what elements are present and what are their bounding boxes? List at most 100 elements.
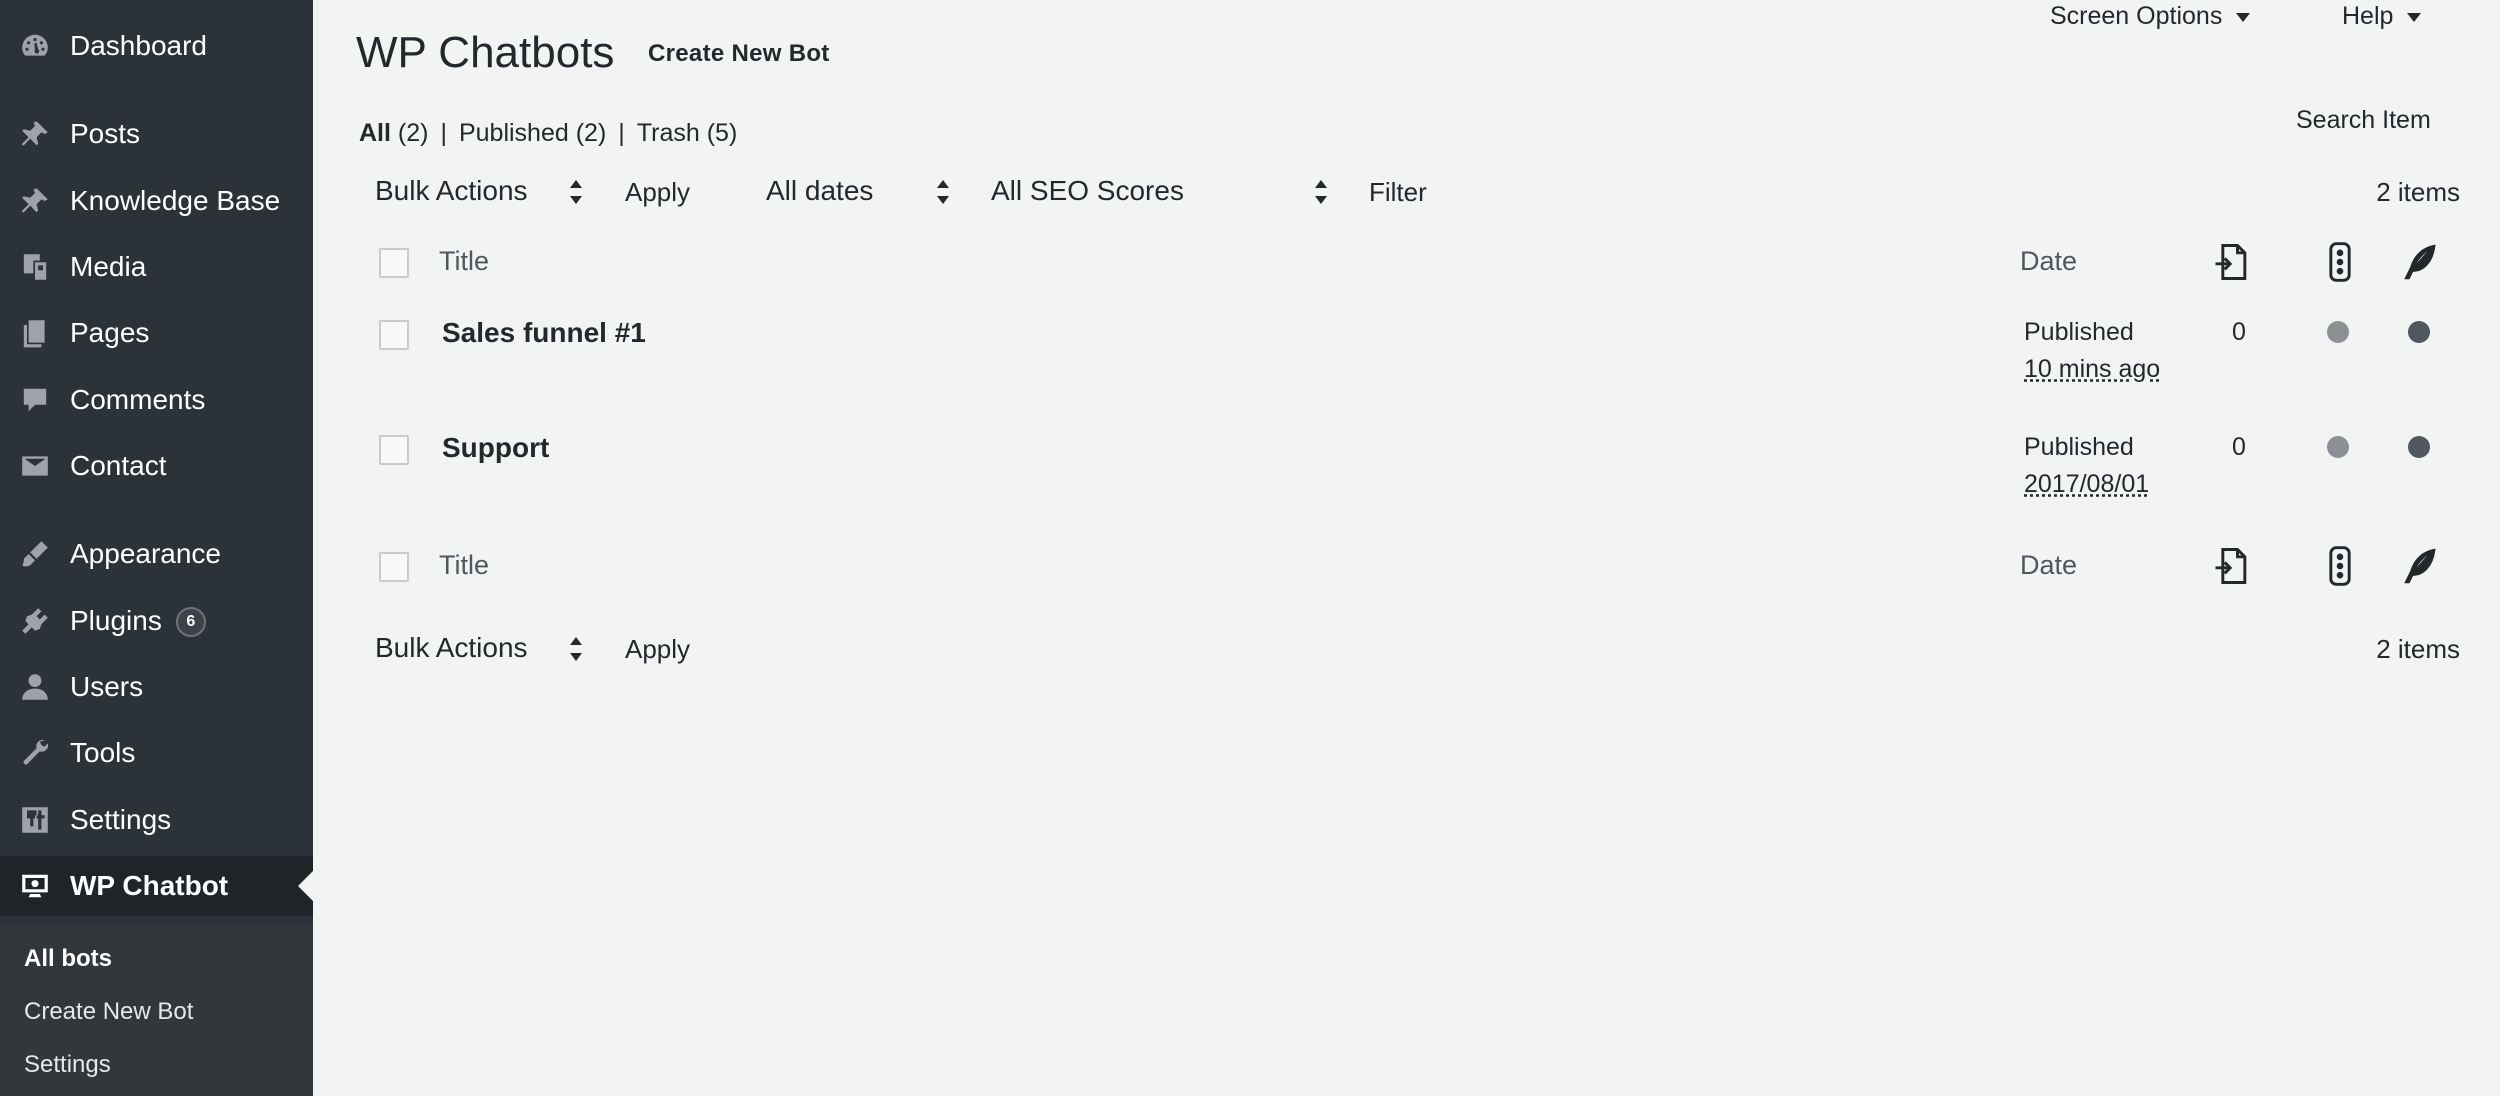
row-links-count: 0 — [2232, 433, 2246, 461]
menu-item-contact[interactable]: Contact — [0, 436, 313, 496]
menu-item-plugins[interactable]: Plugins 6 — [0, 591, 313, 651]
update-count-badge: 6 — [175, 607, 206, 638]
menu-label: Tools — [70, 737, 136, 768]
feather-icon — [2398, 240, 2442, 284]
dashboard-icon — [18, 29, 52, 63]
view-published-link[interactable]: Published (2) — [459, 119, 606, 147]
menu-label: Dashboard — [70, 30, 207, 61]
menu-label: Pages — [70, 317, 150, 348]
seo-score-select[interactable]: All SEO Scores — [991, 175, 1184, 207]
brush-icon — [18, 537, 52, 571]
select-value: All dates — [766, 175, 874, 206]
apply-button-bottom[interactable]: Apply — [625, 634, 690, 665]
column-title-header[interactable]: Title — [439, 246, 489, 277]
submenu-item-all-bots[interactable]: All bots — [24, 945, 112, 973]
menu-item-dashboard[interactable]: Dashboard — [0, 16, 313, 76]
view-count: (2) — [575, 119, 607, 147]
row-status: Published — [2024, 433, 2134, 461]
view-separator: | — [618, 119, 625, 147]
bulk-actions-select-bottom[interactable]: Bulk Actions — [375, 632, 528, 664]
mail-icon — [18, 449, 52, 483]
view-count: (2) — [397, 119, 429, 147]
links-icon — [2210, 544, 2254, 588]
select-all-checkbox[interactable] — [379, 248, 409, 278]
row-checkbox[interactable] — [379, 320, 409, 350]
view-trash-link[interactable]: Trash (5) — [637, 119, 738, 147]
row-checkbox[interactable] — [379, 435, 409, 465]
screen-options-toggle[interactable]: Screen Options — [2050, 2, 2251, 31]
submenu-item-settings[interactable]: Settings — [24, 1051, 111, 1079]
items-count-bottom: 2 items — [2376, 634, 2460, 664]
help-toggle[interactable]: Help — [2342, 2, 2422, 31]
column-title-footer[interactable]: Title — [439, 550, 489, 581]
seo-score-dot — [2327, 321, 2349, 343]
admin-sidebar: Dashboard Posts Knowledge Base Media Pag… — [0, 0, 313, 1096]
apply-button[interactable]: Apply — [625, 177, 690, 208]
items-count: 2 items — [2376, 177, 2460, 207]
view-label: All — [359, 119, 391, 147]
seo-score-dot — [2327, 436, 2349, 458]
comment-icon — [18, 383, 52, 417]
screen-options-label: Screen Options — [2050, 2, 2223, 30]
menu-label: Contact — [70, 450, 167, 481]
pin-icon — [18, 117, 52, 151]
view-count: (5) — [706, 119, 738, 147]
row-date: 2017/08/01 — [2024, 470, 2150, 498]
chatbot-icon — [18, 869, 52, 903]
select-arrows-icon — [1315, 180, 1327, 204]
select-arrows-icon — [570, 637, 582, 661]
row-status: Published — [2024, 318, 2134, 346]
submenu-item-create-new-bot[interactable]: Create New Bot — [24, 998, 193, 1026]
select-arrows-icon — [937, 180, 949, 204]
menu-item-media[interactable]: Media — [0, 237, 313, 297]
row-date: 10 mins ago — [2024, 355, 2161, 383]
caret-down-icon — [2236, 12, 2251, 22]
create-new-bot-button[interactable]: Create New Bot — [648, 40, 830, 68]
menu-item-wp-chatbot[interactable]: WP Chatbot — [0, 856, 313, 916]
menu-item-comments[interactable]: Comments — [0, 370, 313, 430]
menu-label: Appearance — [70, 538, 222, 569]
filter-button[interactable]: Filter — [1369, 177, 1427, 208]
menu-label: WP Chatbot — [70, 870, 229, 901]
view-label: Trash — [636, 119, 700, 147]
menu-item-pages[interactable]: Pages — [0, 303, 313, 363]
select-arrows-icon — [570, 180, 582, 204]
menu-label-text: Plugins — [70, 604, 162, 636]
current-menu-arrow — [298, 871, 313, 901]
date-filter-select[interactable]: All dates — [766, 175, 873, 207]
traffic-light-icon — [2318, 240, 2362, 284]
user-icon — [18, 670, 52, 704]
column-date-footer[interactable]: Date — [2020, 550, 2077, 581]
media-icon — [18, 250, 52, 284]
feather-icon — [2398, 544, 2442, 588]
status-views: All (2) | Published (2) | Trash (5) — [359, 119, 737, 148]
select-value: Bulk Actions — [375, 632, 528, 663]
caret-down-icon — [2407, 12, 2422, 22]
pin-icon — [18, 184, 52, 218]
search-items-button[interactable]: Search Item — [2296, 106, 2431, 135]
view-all-link[interactable]: All (2) — [359, 119, 428, 147]
view-separator: | — [440, 119, 447, 147]
readability-score-dot — [2408, 436, 2430, 458]
menu-label: Settings — [70, 804, 172, 835]
row-title-link[interactable]: Sales funnel #1 — [442, 317, 646, 349]
plugin-icon — [18, 604, 52, 638]
menu-label: Posts — [70, 118, 141, 149]
help-label: Help — [2342, 2, 2394, 30]
menu-item-settings[interactable]: Settings — [0, 790, 313, 850]
bulk-actions-select[interactable]: Bulk Actions — [375, 175, 528, 207]
menu-item-tools[interactable]: Tools — [0, 723, 313, 783]
column-date-header[interactable]: Date — [2020, 246, 2077, 277]
menu-item-knowledge-base[interactable]: Knowledge Base — [0, 171, 313, 231]
menu-item-posts[interactable]: Posts — [0, 104, 313, 164]
traffic-light-icon — [2318, 544, 2362, 588]
menu-label: Comments — [70, 384, 206, 415]
menu-label: Media — [70, 251, 147, 282]
links-icon — [2210, 240, 2254, 284]
row-title-link[interactable]: Support — [442, 432, 549, 464]
menu-item-users[interactable]: Users — [0, 657, 313, 717]
readability-score-dot — [2408, 321, 2430, 343]
select-value: Bulk Actions — [375, 175, 528, 206]
select-all-checkbox-footer[interactable] — [379, 552, 409, 582]
menu-item-appearance[interactable]: Appearance — [0, 524, 313, 584]
